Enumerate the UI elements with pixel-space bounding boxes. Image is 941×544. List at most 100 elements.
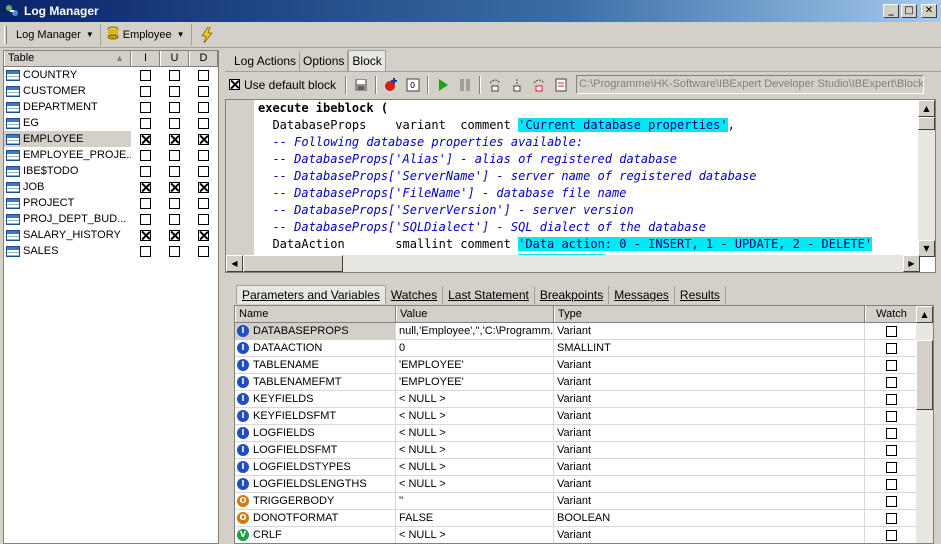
param-value-cell[interactable]: null,'Employee','','C:\Programm... [396, 322, 554, 340]
log-u-checkbox[interactable] [169, 133, 180, 145]
log-u-checkbox[interactable] [169, 213, 180, 225]
table-row-name[interactable]: JOB [4, 179, 131, 195]
log-i-checkbox[interactable] [140, 245, 151, 257]
log-d-checkbox[interactable] [198, 181, 209, 193]
watch-checkbox[interactable] [885, 325, 897, 337]
table-row[interactable]: I KEYFIELDS < NULL > Variant [235, 390, 933, 408]
param-value-cell[interactable]: 'EMPLOYEE' [396, 373, 554, 391]
param-name-cell[interactable]: I KEYFIELDS [235, 390, 396, 408]
column-header-delete[interactable]: D [189, 51, 218, 66]
param-value-cell[interactable]: < NULL > [396, 424, 554, 442]
log-u-checkbox[interactable] [169, 69, 180, 81]
param-name-cell[interactable]: I TABLENAME [235, 356, 396, 374]
table-row[interactable]: I LOGFIELDSFMT < NULL > Variant [235, 441, 933, 459]
scroll-up-icon[interactable]: ▲ [916, 306, 933, 323]
code-line[interactable]: -- DatabaseProps['ServerName'] - server … [258, 168, 918, 185]
log-i-checkbox[interactable] [140, 181, 151, 193]
lightning-icon[interactable] [196, 25, 218, 45]
tab-options[interactable]: Options [300, 51, 349, 71]
log-d-checkbox[interactable] [198, 245, 209, 257]
code-line[interactable]: -- DatabaseProps['SQLDialect'] - SQL dia… [258, 219, 918, 236]
watch-checkbox[interactable] [885, 444, 897, 456]
code-line[interactable]: -- DatabaseProps['ServerVersion'] - serv… [258, 202, 918, 219]
step-over-icon[interactable] [506, 75, 528, 95]
code-line[interactable]: -- Following database properties availab… [258, 134, 918, 151]
param-name-cell[interactable]: I LOGFIELDSFMT [235, 441, 396, 459]
code-line[interactable]: -- DatabaseProps['FileName'] - database … [258, 185, 918, 202]
table-row[interactable]: I TABLENAMEFMT 'EMPLOYEE' Variant [235, 373, 933, 391]
run-to-cursor-icon[interactable] [528, 75, 550, 95]
code-line[interactable]: execute ibeblock ( [258, 100, 918, 117]
log-u-checkbox[interactable] [169, 245, 180, 257]
trace-icon[interactable] [550, 75, 572, 95]
param-name-cell[interactable]: I LOGFIELDS [235, 424, 396, 442]
table-row[interactable]: CUSTOMER [4, 83, 218, 99]
grid-vertical-scrollbar[interactable]: ▲ [916, 306, 933, 543]
param-name-cell[interactable]: I DATABASEPROPS [235, 322, 396, 340]
table-row[interactable]: V CRLF < NULL > Variant [235, 526, 933, 543]
tab-parameters-and-variables[interactable]: Parameters and Variables [236, 285, 386, 304]
minimize-button[interactable]: _ [883, 4, 899, 18]
param-name-cell[interactable]: O DONOTFORMAT [235, 509, 396, 527]
tab-results[interactable]: Results [675, 286, 726, 304]
watch-checkbox[interactable] [885, 342, 897, 354]
column-header-type[interactable]: Type [554, 306, 865, 322]
table-row-name[interactable]: IBE$TODO [4, 163, 131, 179]
table-row[interactable]: I LOGFIELDS < NULL > Variant [235, 424, 933, 442]
param-name-cell[interactable]: I LOGFIELDSLENGTHS [235, 475, 396, 493]
database-dropdown[interactable]: Employee ▼ [101, 23, 192, 46]
scroll-left-icon[interactable]: ◀ [226, 255, 243, 272]
log-manager-dropdown[interactable]: Log Manager ▼ [10, 23, 101, 46]
table-row-name[interactable]: EG [4, 115, 131, 131]
log-u-checkbox[interactable] [169, 85, 180, 97]
param-value-cell[interactable]: 'EMPLOYEE' [396, 356, 554, 374]
log-d-checkbox[interactable] [198, 197, 209, 209]
param-value-cell[interactable]: 0 [396, 339, 554, 357]
column-header-update[interactable]: U [160, 51, 189, 66]
add-breakpoint-icon[interactable] [380, 75, 402, 95]
log-d-checkbox[interactable] [198, 149, 209, 161]
log-d-checkbox[interactable] [198, 165, 209, 177]
log-d-checkbox[interactable] [198, 101, 209, 113]
log-d-checkbox[interactable] [198, 229, 209, 241]
code-line[interactable]: DatabaseProps variant comment 'Current d… [258, 117, 918, 134]
toolbar-grip[interactable] [4, 25, 7, 44]
table-row-name[interactable]: PROJ_DEPT_BUD... [4, 211, 131, 227]
param-value-cell[interactable]: < NULL > [396, 441, 554, 459]
table-row[interactable]: I KEYFIELDSFMT < NULL > Variant [235, 407, 933, 425]
table-row[interactable]: COUNTRY [4, 67, 218, 83]
param-name-cell[interactable]: I KEYFIELDSFMT [235, 407, 396, 425]
param-value-cell[interactable]: < NULL > [396, 475, 554, 493]
log-i-checkbox[interactable] [140, 133, 151, 145]
code-text[interactable]: execute ibeblock ( DatabaseProps variant… [258, 100, 918, 257]
param-name-cell[interactable]: I DATAACTION [235, 339, 396, 357]
table-row-name[interactable]: EMPLOYEE_PROJE... [4, 147, 131, 163]
save-icon[interactable] [350, 75, 372, 95]
scroll-right-icon[interactable]: ▶ [903, 255, 920, 272]
table-row[interactable]: O TRIGGERBODY '' Variant [235, 492, 933, 510]
run-icon[interactable] [432, 75, 454, 95]
log-i-checkbox[interactable] [140, 85, 151, 97]
watch-checkbox[interactable] [885, 512, 897, 524]
log-i-checkbox[interactable] [140, 165, 151, 177]
param-value-cell[interactable]: < NULL > [396, 390, 554, 408]
watch-checkbox[interactable] [885, 410, 897, 422]
column-header-watch[interactable]: Watch [865, 306, 918, 322]
tab-log-actions[interactable]: Log Actions [231, 51, 301, 71]
param-value-cell[interactable]: '' [396, 492, 554, 510]
watch-checkbox[interactable] [885, 427, 897, 439]
table-row[interactable]: O DONOTFORMAT FALSE BOOLEAN [235, 509, 933, 527]
scroll-down-icon[interactable]: ▼ [918, 240, 935, 257]
watch-checkbox[interactable] [885, 461, 897, 473]
table-row-name[interactable]: SALES [4, 243, 131, 259]
table-row[interactable]: JOB [4, 179, 218, 195]
tab-watches[interactable]: Watches [386, 286, 444, 304]
tab-block[interactable]: Block [348, 50, 386, 71]
param-name-cell[interactable]: O TRIGGERBODY [235, 492, 396, 510]
watch-checkbox[interactable] [885, 393, 897, 405]
table-row-name[interactable]: CUSTOMER [4, 83, 131, 99]
param-name-cell[interactable]: V CRLF [235, 526, 396, 543]
evaluate-icon[interactable]: 0 [402, 75, 424, 95]
table-row[interactable]: IBE$TODO [4, 163, 218, 179]
log-i-checkbox[interactable] [140, 117, 151, 129]
